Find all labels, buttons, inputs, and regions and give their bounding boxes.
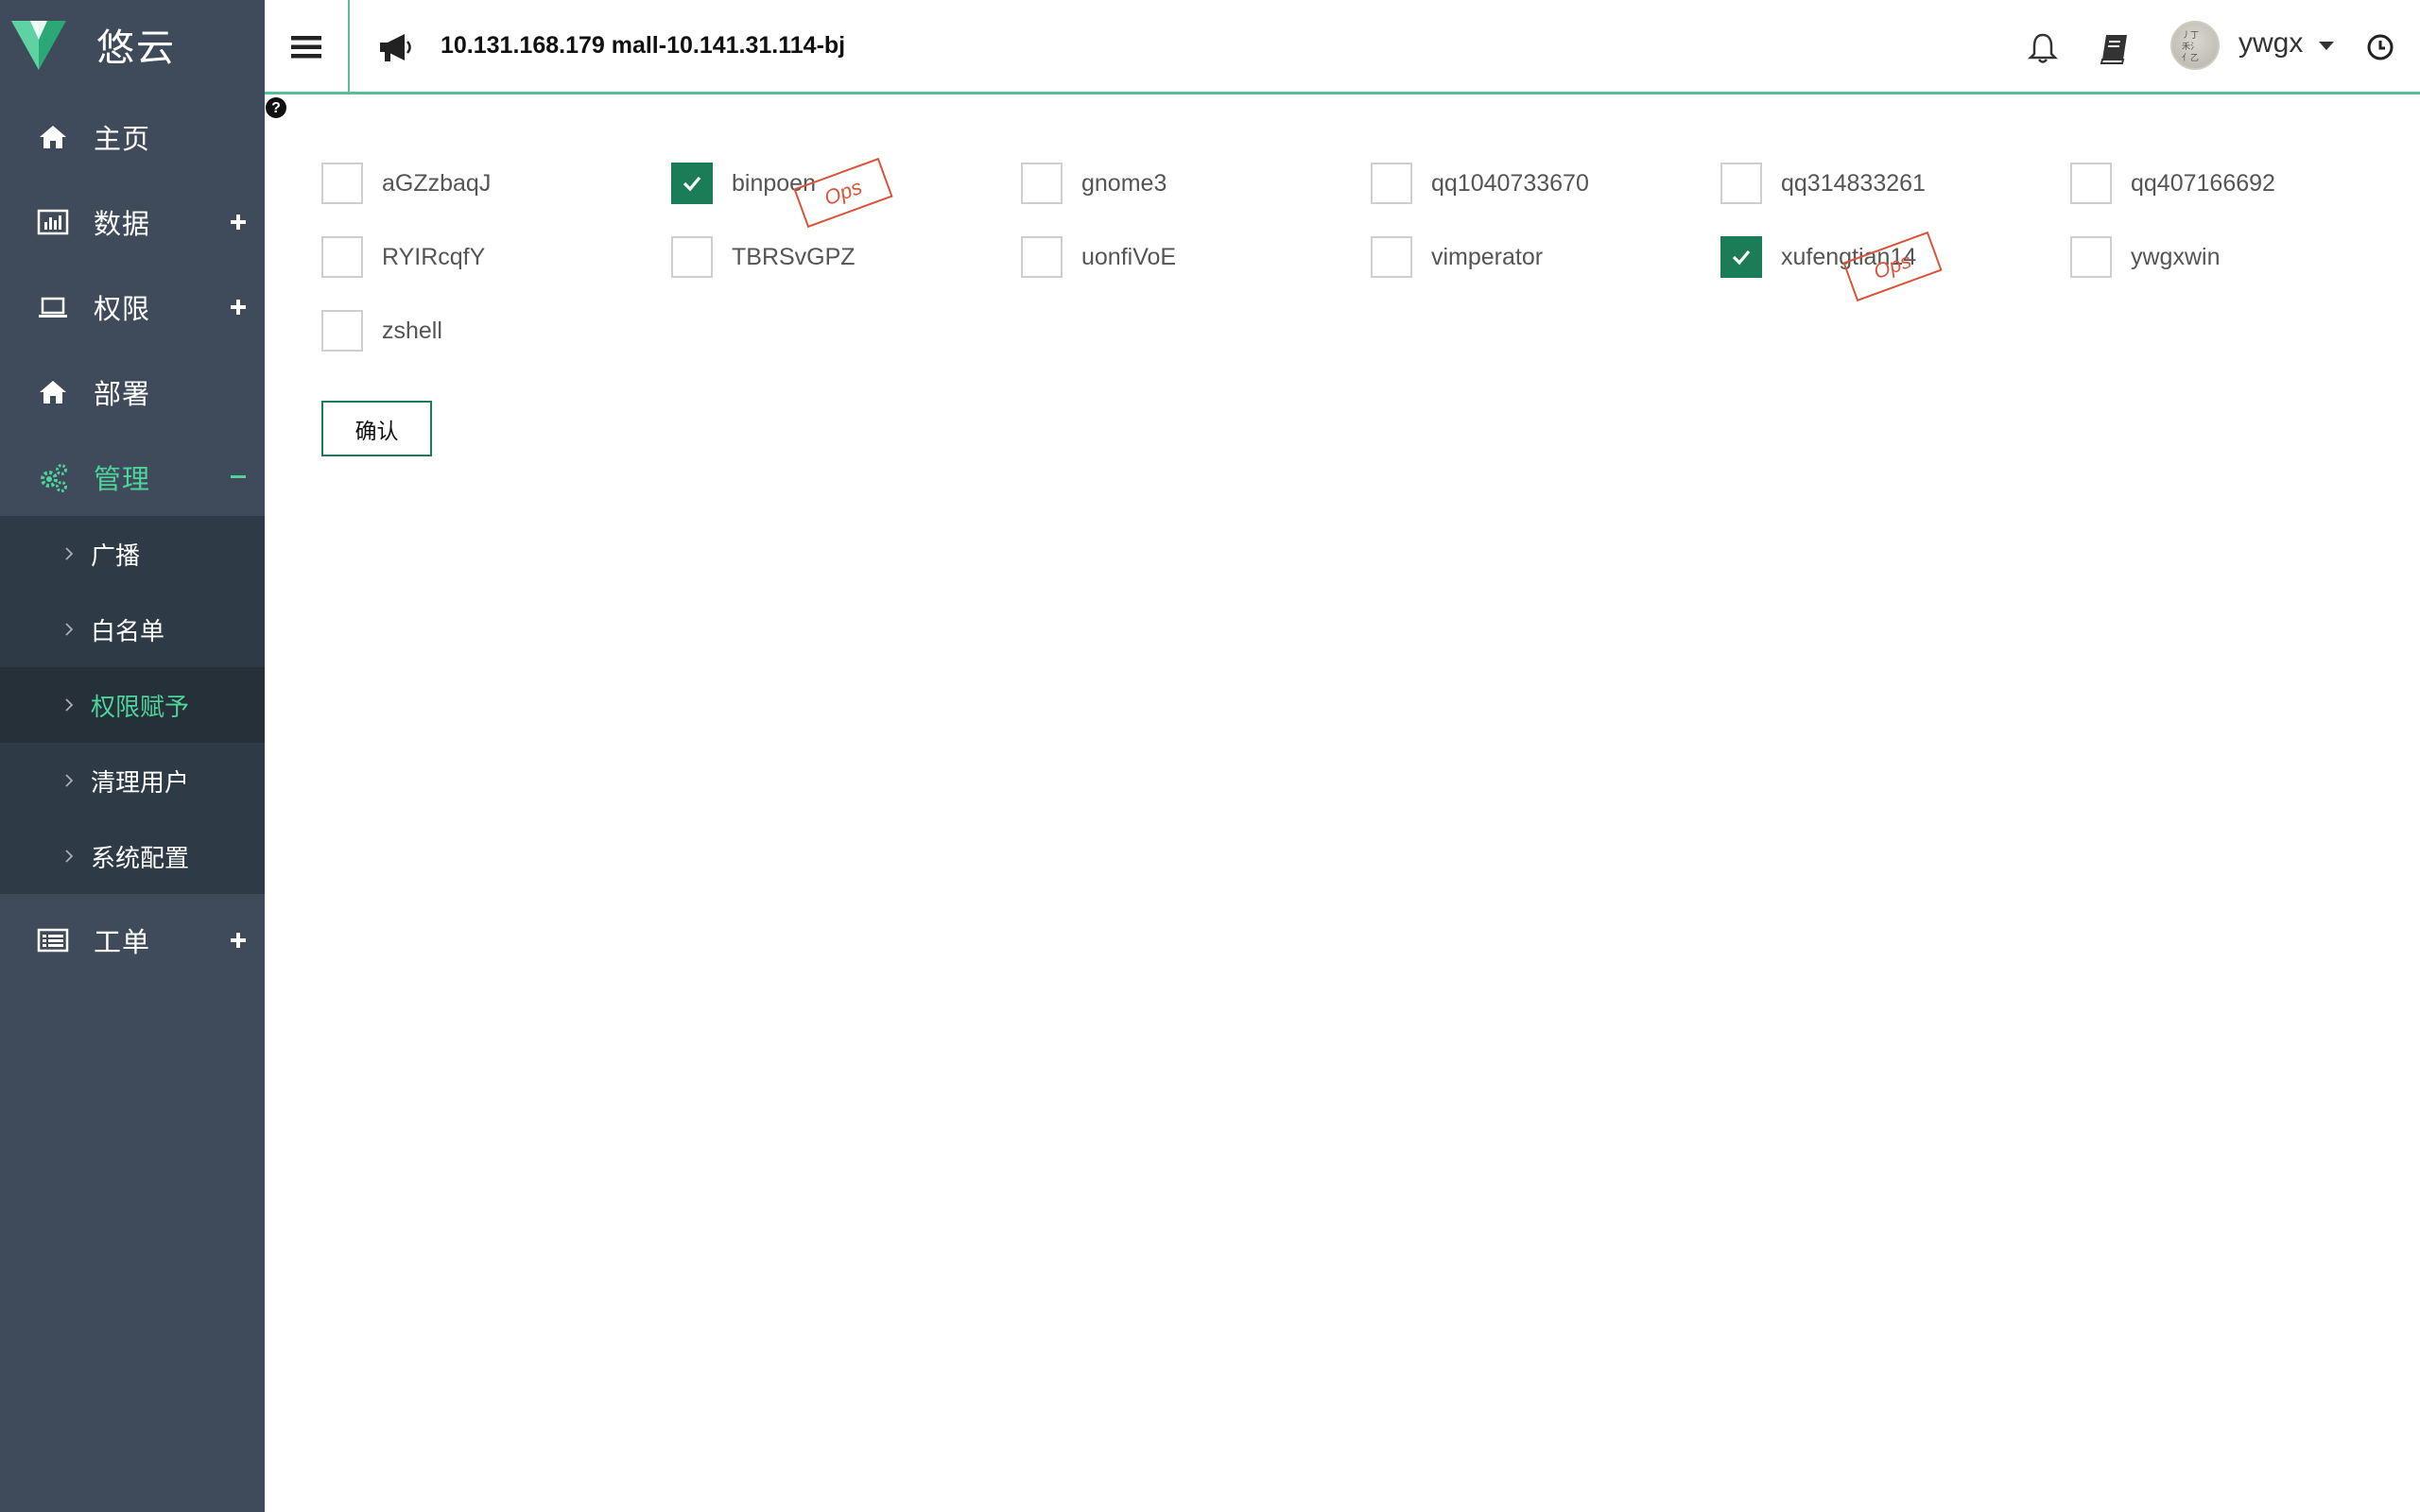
chevron-right-icon xyxy=(65,850,74,863)
home-icon xyxy=(36,375,70,409)
minus-icon xyxy=(231,475,246,478)
megaphone-icon xyxy=(380,34,411,61)
user-checkbox-item[interactable]: ywgxwin xyxy=(2070,236,2220,278)
server-title: 10.131.168.179 mall-10.141.31.114-bj xyxy=(441,32,846,59)
submenu-item-label: 清理用户 xyxy=(91,767,190,797)
checkbox-label: qq407166692 xyxy=(2131,169,2275,197)
gears-icon xyxy=(36,460,70,494)
sidebar-item-home[interactable]: 主页 xyxy=(0,94,265,180)
sidebar-item-label: 数据 xyxy=(94,210,151,240)
user-checkbox-item[interactable]: binpoen xyxy=(671,163,816,204)
submenu-item-whitelist[interactable]: 白名单 xyxy=(0,592,265,667)
brand[interactable]: 悠云 xyxy=(0,0,265,89)
check-icon xyxy=(683,176,701,192)
user-checkbox-item[interactable]: qq407166692 xyxy=(2070,163,2275,204)
chevron-right-icon xyxy=(65,623,74,636)
laptop-icon xyxy=(36,290,70,324)
checkbox-label: gnome3 xyxy=(1081,169,1167,197)
submenu-manage: 广播 白名单 权限赋予 清理用户 系统配置 xyxy=(0,516,265,894)
user-checkbox-item[interactable]: qq1040733670 xyxy=(1371,163,1589,204)
checkbox-label: uonfiVoE xyxy=(1081,243,1177,270)
checkbox[interactable] xyxy=(671,236,713,278)
header-divider xyxy=(348,0,350,94)
logo-icon xyxy=(11,21,66,70)
chevron-right-icon xyxy=(65,774,74,787)
user-checkbox-item[interactable]: aGZzbaqJ xyxy=(321,163,491,204)
help-icon[interactable]: ? xyxy=(265,96,287,119)
submenu-item-label: 广播 xyxy=(91,541,141,570)
checkbox-label: qq314833261 xyxy=(1781,169,1926,197)
checkbox-label: RYIRcqfY xyxy=(382,243,486,270)
submenu-item-system-config[interactable]: 系统配置 xyxy=(0,818,265,894)
checkbox[interactable] xyxy=(321,310,363,352)
username[interactable]: ywgx xyxy=(2238,27,2303,60)
plus-icon xyxy=(231,933,246,948)
plus-icon xyxy=(231,215,246,230)
sidebar-item-label: 工单 xyxy=(94,928,151,958)
sidebar: 悠云 主页 数据 权限 部署 管理 广播 白名单 权限赋予 清理用户 系统配置 … xyxy=(0,0,265,1512)
submenu-item-grant-permission[interactable]: 权限赋予 xyxy=(0,667,265,743)
checkbox[interactable] xyxy=(1720,163,1762,204)
checkbox[interactable] xyxy=(1371,236,1412,278)
list-icon xyxy=(36,923,70,957)
chevron-down-icon[interactable] xyxy=(2319,42,2334,50)
confirm-button[interactable]: 确认 xyxy=(321,401,432,456)
checkbox-label: zshell xyxy=(382,317,442,344)
sidebar-item-deploy[interactable]: 部署 xyxy=(0,350,265,435)
user-checkbox-item[interactable]: qq314833261 xyxy=(1720,163,1926,204)
checkbox-label: vimperator xyxy=(1431,243,1544,270)
chevron-right-icon xyxy=(65,547,74,560)
checkbox-label: qq1040733670 xyxy=(1431,169,1589,197)
user-checkbox-item[interactable]: zshell xyxy=(321,310,442,352)
checkbox[interactable] xyxy=(671,163,713,204)
user-checkbox-item[interactable]: RYIRcqfY xyxy=(321,236,485,278)
checkbox[interactable] xyxy=(1371,163,1412,204)
sidebar-item-label: 权限 xyxy=(94,295,151,325)
svg-text:?: ? xyxy=(271,100,281,116)
user-checkbox-item[interactable]: TBRSvGPZ xyxy=(671,236,856,278)
sidebar-item-tickets[interactable]: 工单 xyxy=(0,898,265,983)
submenu-item-label: 系统配置 xyxy=(91,843,190,872)
home-icon xyxy=(36,120,70,154)
menu-icon[interactable] xyxy=(289,30,323,64)
checkbox-label: TBRSvGPZ xyxy=(732,243,856,270)
checkbox[interactable] xyxy=(1021,163,1063,204)
avatar[interactable]: 丿丁 禾氵 亻乙 xyxy=(2170,21,2220,70)
user-checkbox-item[interactable]: uonfiVoE xyxy=(1021,236,1176,278)
checkbox[interactable] xyxy=(321,163,363,204)
clock-icon[interactable] xyxy=(2365,32,2395,62)
plus-icon xyxy=(231,300,246,315)
sidebar-item-label: 主页 xyxy=(94,125,151,155)
submenu-item-clean-users[interactable]: 清理用户 xyxy=(0,743,265,818)
submenu-item-label: 白名单 xyxy=(91,616,165,645)
check-icon xyxy=(1732,249,1751,266)
sidebar-item-label: 管理 xyxy=(94,465,151,495)
user-checkbox-item[interactable]: vimperator xyxy=(1371,236,1543,278)
brand-name: 悠云 xyxy=(96,27,176,69)
submenu-item-label: 权限赋予 xyxy=(91,692,190,721)
top-header: 10.131.168.179 mall-10.141.31.114-bj 丿丁 … xyxy=(265,0,2420,94)
sidebar-item-permissions[interactable]: 权限 xyxy=(0,265,265,350)
sidebar-item-manage[interactable]: 管理 xyxy=(0,435,265,520)
checkbox-label: aGZzbaqJ xyxy=(382,169,492,197)
sidebar-item-data[interactable]: 数据 xyxy=(0,180,265,265)
user-checkbox-item[interactable]: gnome3 xyxy=(1021,163,1167,204)
checkbox[interactable] xyxy=(2070,163,2112,204)
sidebar-item-label: 部署 xyxy=(94,380,151,410)
checkbox-label: ywgxwin xyxy=(2131,243,2221,270)
submenu-item-broadcast[interactable]: 广播 xyxy=(0,516,265,592)
chevron-right-icon xyxy=(65,698,74,712)
bell-icon[interactable] xyxy=(2025,30,2061,66)
book-icon[interactable] xyxy=(2097,30,2133,66)
checkbox[interactable] xyxy=(1021,236,1063,278)
checkbox[interactable] xyxy=(321,236,363,278)
bar-chart-icon xyxy=(36,205,70,239)
checkbox[interactable] xyxy=(2070,236,2112,278)
checkbox[interactable] xyxy=(1720,236,1762,278)
